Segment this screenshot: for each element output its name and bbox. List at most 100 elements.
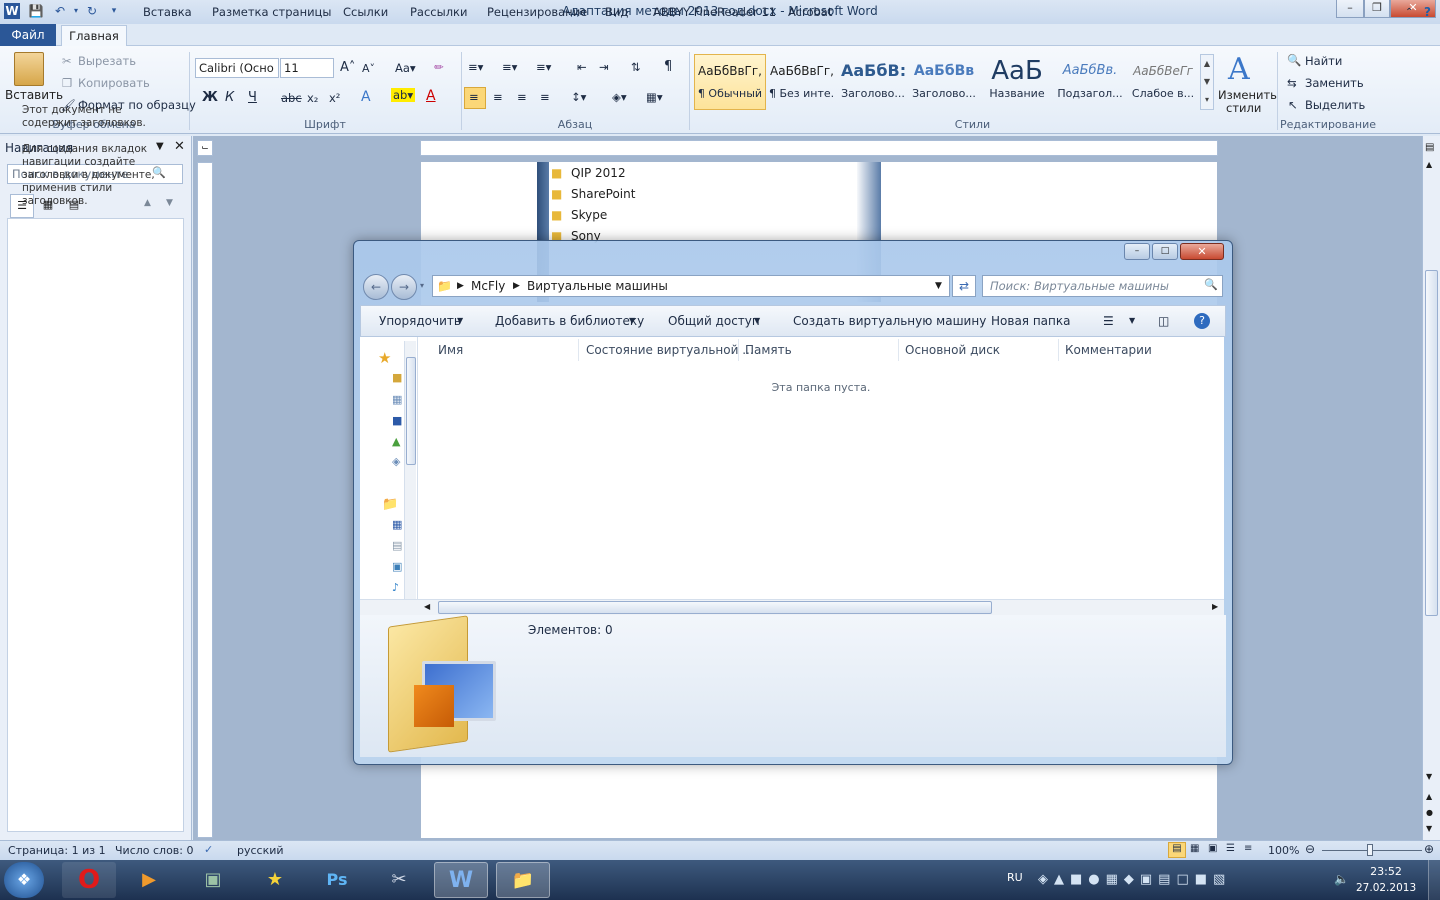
increase-indent-icon[interactable]: ⇥ bbox=[599, 60, 609, 74]
decrease-indent-icon[interactable]: ⇤ bbox=[577, 60, 587, 74]
styles-scroll-icon[interactable]: ▲ ▼ ▾ bbox=[1200, 54, 1214, 110]
help-icon[interactable]: ? bbox=[1424, 3, 1431, 22]
scroll-left-icon[interactable]: ◀ bbox=[424, 602, 430, 611]
zoom-level[interactable]: 100% bbox=[1268, 844, 1299, 857]
highlight-icon[interactable]: ab▾ bbox=[391, 88, 416, 102]
superscript-icon[interactable]: x² bbox=[329, 91, 340, 105]
libraries-icon[interactable]: ▲ bbox=[392, 435, 400, 448]
documents-icon[interactable]: ▤ bbox=[392, 539, 402, 552]
full-screen-reading-icon[interactable]: ▦ bbox=[1190, 843, 1199, 854]
downloads-icon[interactable]: ▦ bbox=[392, 393, 402, 406]
scroll-thumb[interactable] bbox=[1425, 270, 1438, 616]
clear-formatting-icon[interactable]: ✏ bbox=[434, 60, 444, 74]
numbering-icon[interactable]: ≡▾ bbox=[502, 60, 517, 74]
change-styles-icon[interactable]: A bbox=[1228, 52, 1250, 87]
paste-button[interactable]: Вставить bbox=[5, 88, 63, 102]
minimize-ribbon-icon[interactable]: ⌃ bbox=[1405, 3, 1413, 22]
word-count[interactable]: Число слов: 0 bbox=[115, 844, 194, 857]
pilcrow-icon[interactable]: ¶ bbox=[664, 59, 672, 74]
font-size-combo[interactable]: 11 bbox=[280, 58, 334, 78]
breadcrumb-item[interactable]: Виртуальные машины bbox=[527, 276, 668, 296]
volume-icon[interactable]: 🔈 bbox=[1334, 872, 1349, 886]
minimize-button[interactable]: – bbox=[1336, 0, 1364, 18]
strikethrough-icon[interactable]: abc bbox=[281, 91, 302, 105]
photoshop-icon[interactable]: Ps bbox=[310, 862, 364, 898]
shading-icon[interactable]: ◈▾ bbox=[612, 90, 627, 104]
explorer-maximize-button[interactable]: □ bbox=[1152, 243, 1178, 260]
proofing-icon[interactable]: ✓ bbox=[204, 843, 213, 856]
horizontal-scrollbar[interactable]: ◀ ▶ bbox=[360, 599, 1224, 615]
style-subtitle[interactable]: АаБбВв. Подзагол... bbox=[1055, 54, 1125, 110]
style-subtle-emphasis[interactable]: АаБбВеГг Слабое в... bbox=[1128, 54, 1198, 110]
find-button[interactable]: Найти bbox=[1305, 54, 1342, 68]
nav-scrollbar[interactable] bbox=[404, 341, 416, 609]
outline-icon[interactable]: ☰ bbox=[1226, 843, 1235, 854]
scroll-right-icon[interactable]: ▶ bbox=[1212, 602, 1218, 611]
scroll-down-icon[interactable]: ▼ bbox=[1426, 772, 1432, 781]
explorer-window[interactable]: – □ ✕ ← → ▾ 📁 ▶ McFly ▶ Виртуальные маши… bbox=[353, 240, 1233, 765]
organize-button[interactable]: Упорядочить bbox=[379, 314, 461, 328]
file-list[interactable]: Имя Состояние виртуальной ... Память Осн… bbox=[418, 337, 1224, 613]
pictures-icon[interactable]: ▣ bbox=[392, 560, 402, 573]
style-heading1[interactable]: АаБбВ: Заголово... bbox=[840, 54, 906, 110]
align-right-icon[interactable]: ≡ bbox=[517, 90, 527, 104]
column-separator[interactable] bbox=[578, 339, 579, 361]
recent-icon[interactable]: ■ bbox=[392, 414, 402, 427]
tab-acrobat[interactable]: Acrobat bbox=[788, 3, 832, 22]
breadcrumb-item[interactable]: McFly bbox=[471, 276, 505, 296]
zoom-out-icon[interactable]: ⊖ bbox=[1305, 842, 1315, 856]
search-icon[interactable]: 🔍 bbox=[1204, 278, 1218, 291]
text-effects-icon[interactable]: A bbox=[361, 89, 371, 105]
tab-selector-icon[interactable]: ⌙ bbox=[197, 140, 213, 156]
explorer-close-button[interactable]: ✕ bbox=[1180, 243, 1224, 260]
column-separator[interactable] bbox=[1058, 339, 1059, 361]
network-icon[interactable]: ◈ bbox=[392, 455, 400, 468]
print-layout-icon[interactable]: ▤ bbox=[1168, 842, 1186, 858]
show-desktop-button[interactable] bbox=[1428, 860, 1440, 900]
browse-object-icon[interactable]: ● bbox=[1426, 808, 1433, 817]
cut-button[interactable]: Вырезать bbox=[78, 54, 136, 68]
tab-abbyy[interactable]: ABBYY FineReader 11 bbox=[653, 3, 776, 22]
bullets-icon[interactable]: ≡▾ bbox=[468, 60, 483, 74]
justify-icon[interactable]: ≡ bbox=[540, 90, 550, 104]
paint-app-icon[interactable]: ★ bbox=[248, 862, 302, 898]
nav-close-icon[interactable]: ✕ bbox=[174, 139, 185, 154]
column-comments[interactable]: Комментарии bbox=[1065, 343, 1152, 357]
add-library-button[interactable]: Добавить в библиотеку bbox=[495, 314, 644, 328]
shrink-font-icon[interactable]: A˅ bbox=[362, 62, 375, 75]
media-player-icon[interactable]: ▶ bbox=[122, 862, 176, 898]
hscroll-thumb[interactable] bbox=[438, 601, 992, 614]
music-icon[interactable]: ♪ bbox=[392, 581, 399, 594]
desktop-icon[interactable]: ■ bbox=[392, 371, 402, 384]
help-icon[interactable]: ? bbox=[1194, 313, 1210, 329]
refresh-icon[interactable]: ⇄ bbox=[952, 275, 976, 297]
forward-button[interactable]: → bbox=[391, 274, 417, 300]
horizontal-ruler[interactable] bbox=[420, 140, 1218, 156]
paste-icon[interactable] bbox=[14, 52, 44, 86]
tab-file[interactable]: Файл bbox=[0, 24, 56, 46]
tab-insert[interactable]: Вставка bbox=[143, 3, 192, 22]
tab-references[interactable]: Ссылки bbox=[343, 3, 388, 22]
change-styles-button[interactable]: Изменить bbox=[1218, 88, 1277, 102]
keyboard-language[interactable]: RU bbox=[1007, 871, 1023, 884]
zoom-slider-thumb[interactable] bbox=[1367, 844, 1373, 856]
page-status[interactable]: Страница: 1 из 1 bbox=[8, 844, 106, 857]
views-icon[interactable]: ☰ bbox=[1103, 314, 1114, 328]
underline-icon[interactable]: Ч bbox=[248, 90, 257, 105]
language-status[interactable]: русский bbox=[237, 844, 284, 857]
sort-icon[interactable]: ⇅ bbox=[631, 60, 641, 74]
font-color-icon[interactable]: A bbox=[426, 88, 436, 104]
start-button[interactable]: ❖ bbox=[4, 862, 44, 898]
library-folder-icon[interactable]: 📁 bbox=[382, 497, 398, 512]
align-center-icon[interactable]: ≡ bbox=[493, 90, 503, 104]
computer-app-icon[interactable]: ▣ bbox=[186, 862, 240, 898]
copy-button[interactable]: Копировать bbox=[78, 76, 150, 90]
tray-icons[interactable]: ◈▲■●▦◆▣▤□■▧ bbox=[1038, 872, 1231, 887]
breadcrumb-arrow-icon[interactable]: ▶ bbox=[457, 276, 464, 296]
word-taskbar-icon[interactable]: W bbox=[434, 862, 488, 898]
zoom-in-icon[interactable]: ⊕ bbox=[1424, 842, 1434, 856]
tools-icon[interactable]: ✂ bbox=[372, 862, 426, 898]
breadcrumb-arrow-icon[interactable]: ▶ bbox=[513, 276, 520, 296]
views-dropdown-icon[interactable]: ▼ bbox=[1129, 316, 1135, 325]
preview-pane-icon[interactable]: ◫ bbox=[1158, 314, 1169, 328]
